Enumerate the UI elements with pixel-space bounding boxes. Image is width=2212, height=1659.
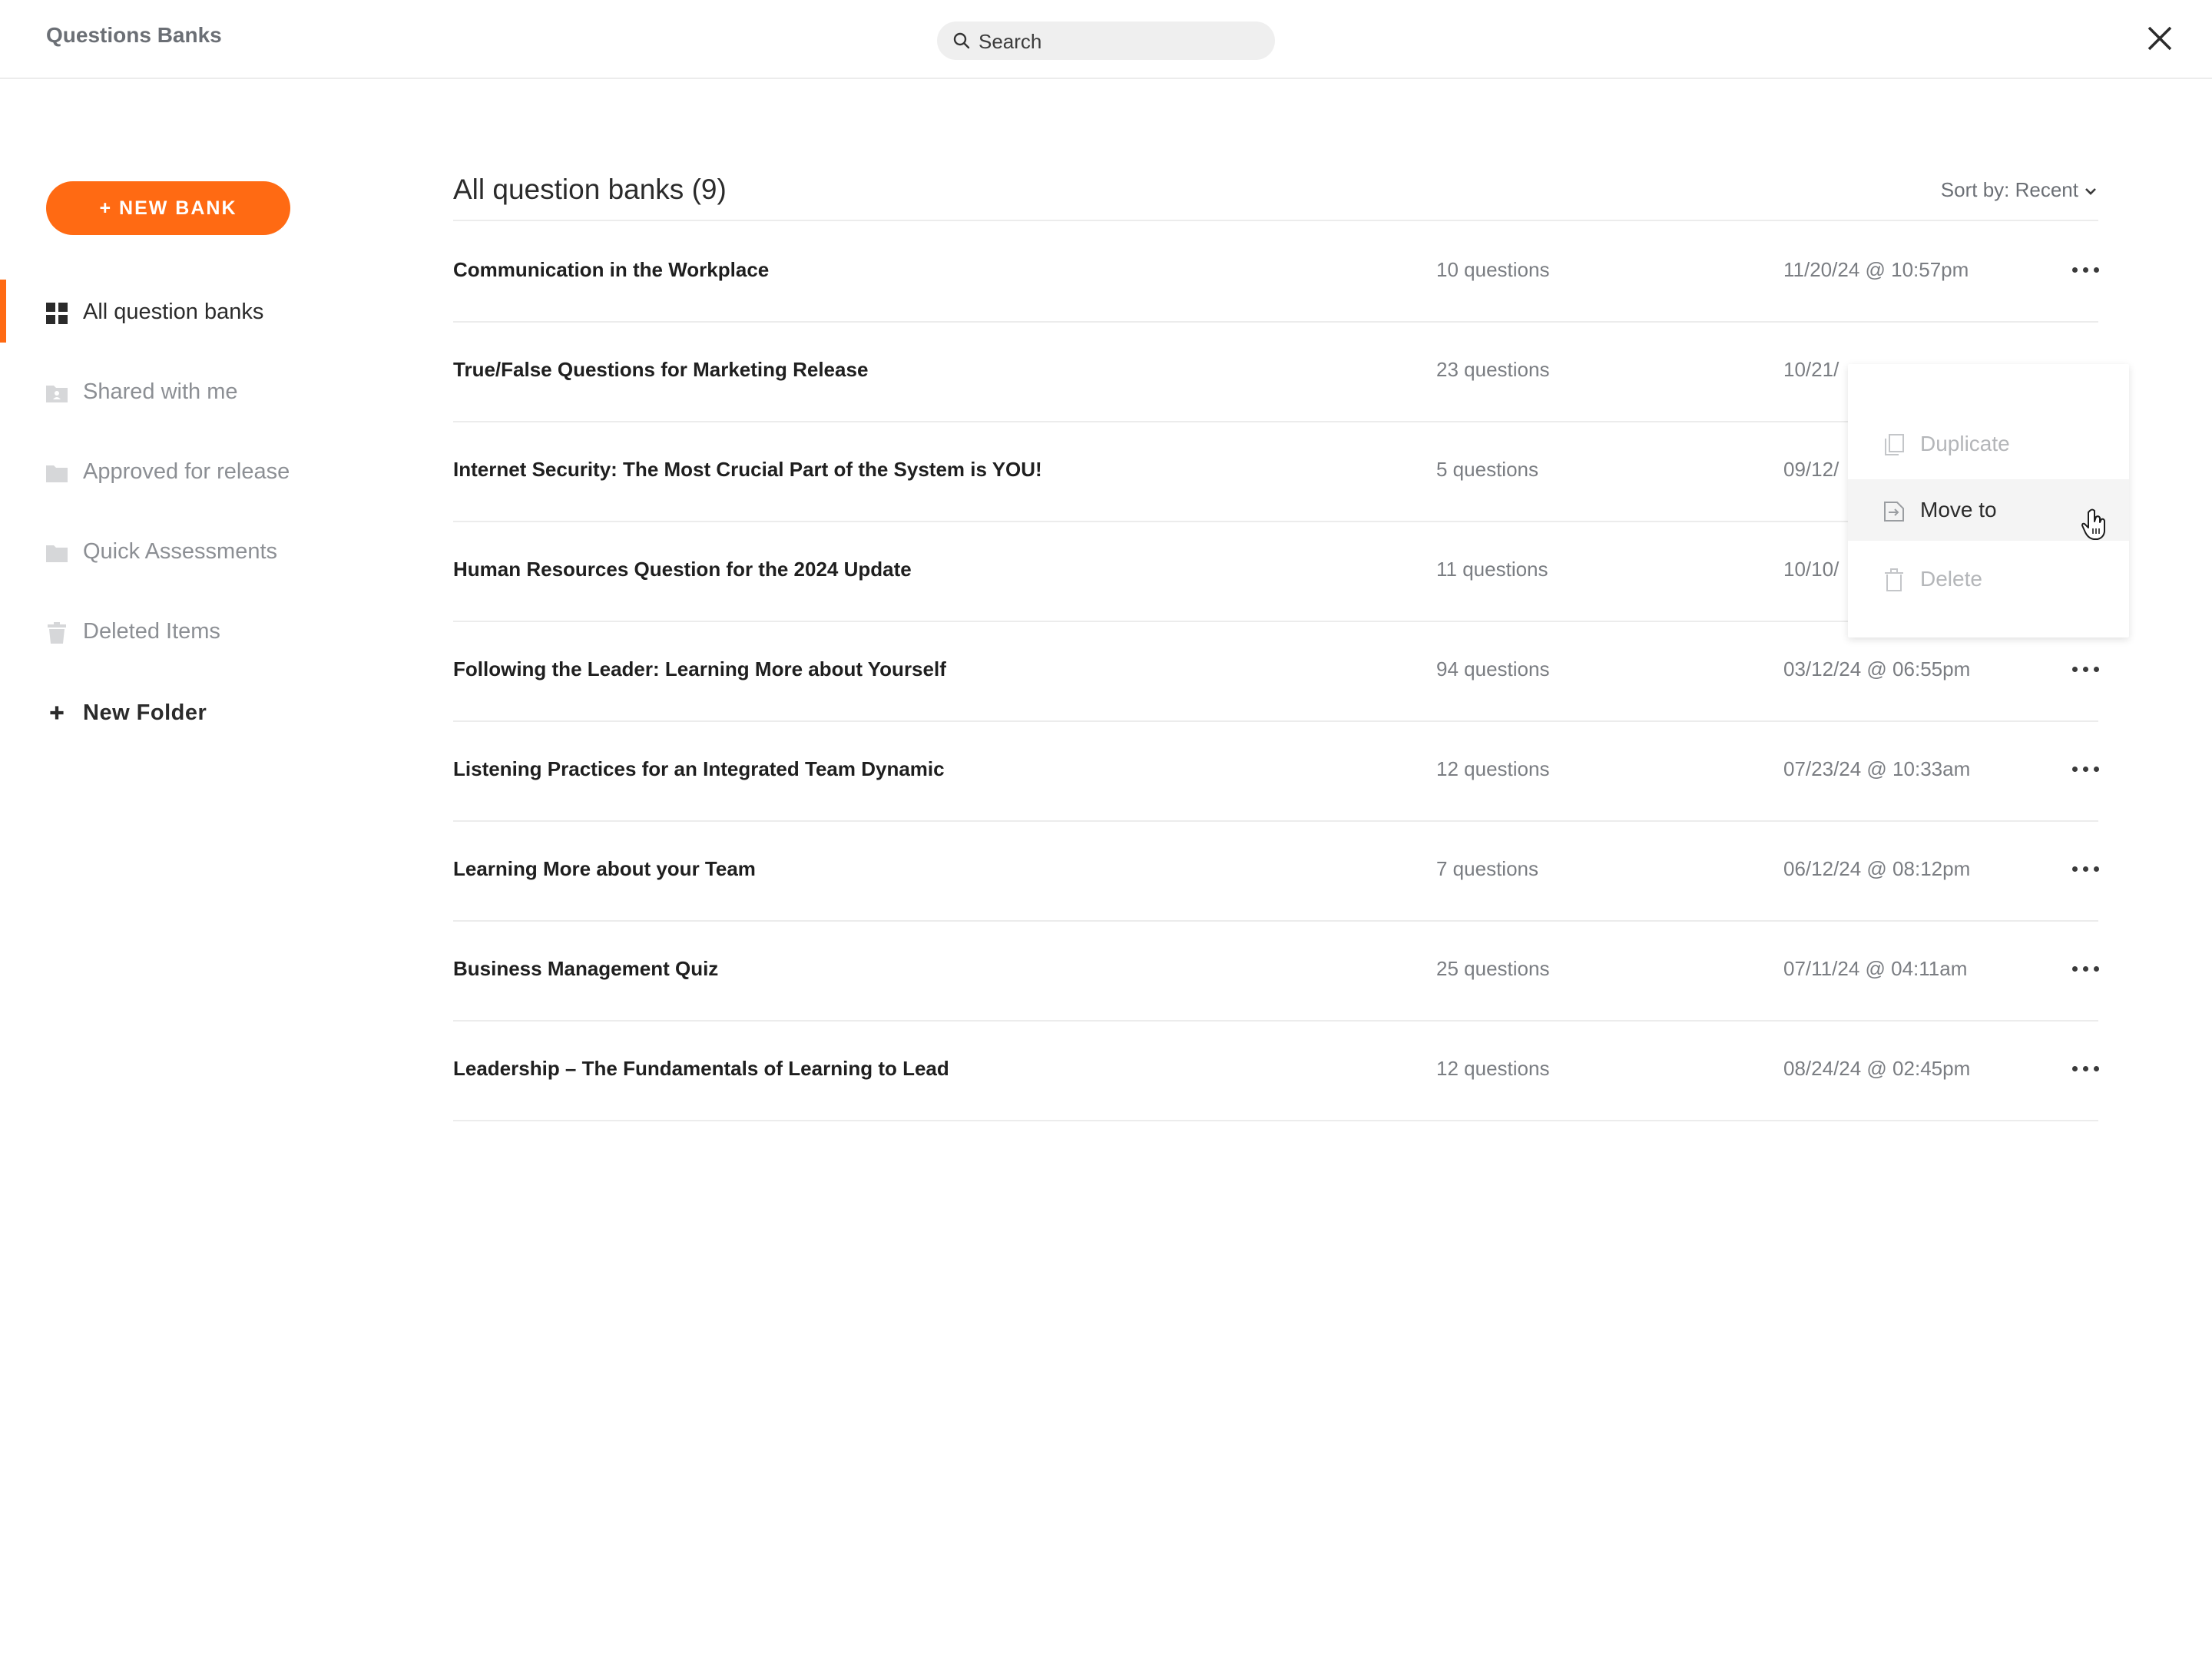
folder-icon	[46, 545, 68, 562]
more-options-icon[interactable]	[2071, 1057, 2101, 1080]
sidebar-item-deleted-items[interactable]: Deleted Items	[0, 608, 369, 654]
question-count: 25 questions	[1436, 957, 1550, 980]
new-bank-button[interactable]: + NEW BANK	[46, 181, 290, 235]
app-title: Questions Banks	[46, 23, 222, 47]
menu-item-label: Delete	[1920, 567, 1982, 591]
menu-item-delete[interactable]: Delete	[1848, 548, 2129, 610]
chevron-down-icon	[2085, 188, 2096, 195]
close-icon[interactable]	[2144, 23, 2175, 54]
bank-name[interactable]: Business Management Quiz	[453, 957, 718, 981]
menu-item-duplicate[interactable]: Duplicate	[1848, 413, 2129, 475]
bank-name[interactable]: Leadership – The Fundamentals of Learnin…	[453, 1057, 949, 1081]
sidebar-item-approved-for-release[interactable]: Approved for release	[0, 449, 369, 495]
grid-icon	[46, 303, 68, 324]
modified-date: 07/11/24 @ 04:11am	[1783, 957, 1968, 980]
table-row[interactable]: Leadership – The Fundamentals of Learnin…	[453, 1020, 2101, 1121]
menu-item-label: Move to	[1920, 498, 1997, 522]
question-count: 12 questions	[1436, 757, 1550, 780]
more-options-icon[interactable]	[2071, 857, 2101, 880]
table-row[interactable]: Business Management Quiz 25 questions 07…	[453, 920, 2101, 1022]
search-icon	[953, 32, 970, 49]
question-count: 12 questions	[1436, 1057, 1550, 1080]
modified-date: 11/20/24 @ 10:57pm	[1783, 258, 1969, 281]
active-indicator	[0, 280, 6, 343]
sort-dropdown[interactable]: Sort by: Recent	[1941, 178, 2097, 202]
duplicate-icon	[1885, 434, 1904, 455]
modified-date: 08/24/24 @ 02:45pm	[1783, 1057, 1971, 1080]
bank-name[interactable]: Human Resources Question for the 2024 Up…	[453, 558, 912, 581]
sidebar-item-shared-with-me[interactable]: Shared with me	[0, 369, 369, 415]
sidebar-item-label: All question banks	[83, 300, 264, 324]
modified-date: 09/12/	[1783, 458, 1839, 481]
shared-folder-icon	[46, 386, 68, 402]
new-folder-label: New Folder	[83, 700, 207, 725]
menu-item-label: Duplicate	[1920, 432, 2010, 455]
sidebar-item-label: Shared with me	[83, 379, 238, 404]
sort-label: Sort by: Recent	[1940, 178, 2078, 201]
sidebar-item-label: Approved for release	[83, 459, 290, 484]
modified-date: 06/12/24 @ 08:12pm	[1783, 857, 1971, 880]
sidebar-item-quick-assessments[interactable]: Quick Assessments	[0, 528, 369, 575]
bank-name[interactable]: True/False Questions for Marketing Relea…	[453, 358, 868, 382]
table-row[interactable]: Listening Practices for an Integrated Te…	[453, 720, 2101, 822]
bank-name[interactable]: Learning More about your Team	[453, 857, 756, 881]
trash-icon	[48, 622, 66, 644]
more-options-icon[interactable]	[2071, 757, 2101, 780]
plus-icon	[50, 706, 64, 720]
modified-date: 07/23/24 @ 10:33am	[1783, 757, 1971, 780]
modified-date: 03/12/24 @ 06:55pm	[1783, 657, 1971, 680]
more-options-icon[interactable]	[2071, 957, 2101, 980]
more-options-icon[interactable]	[2071, 258, 2101, 281]
question-count: 5 questions	[1436, 458, 1538, 481]
question-count: 7 questions	[1436, 857, 1538, 880]
bank-name[interactable]: Internet Security: The Most Crucial Part…	[453, 458, 1042, 482]
search-input[interactable]: Search	[937, 22, 1275, 60]
question-count: 11 questions	[1436, 558, 1548, 581]
sidebar-item-label: Quick Assessments	[83, 539, 278, 564]
top-bar: Questions Banks Search	[0, 0, 2212, 79]
question-count: 94 questions	[1436, 657, 1550, 680]
search-placeholder: Search	[979, 30, 1042, 53]
page-title: All question banks (9)	[453, 174, 727, 205]
bank-name[interactable]: Listening Practices for an Integrated Te…	[453, 757, 945, 781]
question-count: 23 questions	[1436, 358, 1550, 381]
move-to-icon	[1884, 502, 1904, 522]
modified-date: 10/21/	[1783, 358, 1839, 381]
table-row[interactable]: Learning More about your Team 7 question…	[453, 820, 2101, 922]
sidebar-item-label: Deleted Items	[83, 619, 220, 644]
trash-icon	[1885, 568, 1903, 591]
folder-icon	[46, 465, 68, 482]
hand-cursor-icon	[2081, 508, 2105, 540]
bank-name[interactable]: Following the Leader: Learning More abou…	[453, 657, 946, 681]
table-row[interactable]: Communication in the Workplace 10 questi…	[453, 221, 2101, 323]
bank-name[interactable]: Communication in the Workplace	[453, 258, 769, 282]
question-count: 10 questions	[1436, 258, 1550, 281]
more-options-icon[interactable]	[2071, 657, 2101, 680]
modified-date: 10/10/	[1783, 558, 1839, 581]
new-folder-button[interactable]: New Folder	[0, 690, 369, 736]
sidebar-item-all-question-banks[interactable]: All question banks	[0, 280, 369, 343]
context-menu: Duplicate Move to Delete	[1848, 364, 2129, 637]
